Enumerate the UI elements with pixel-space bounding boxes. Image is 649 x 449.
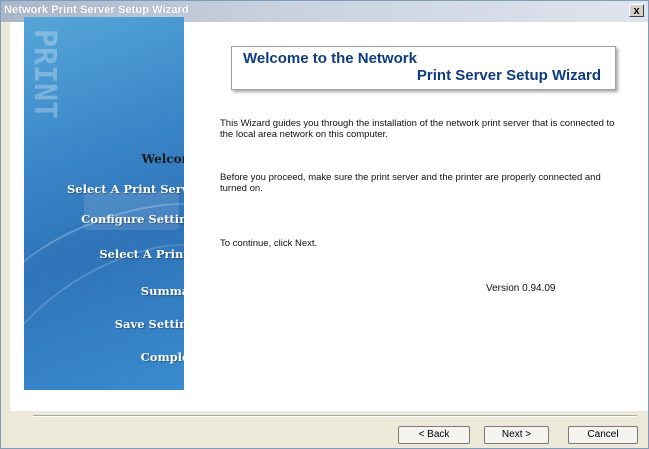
step-summary: Summary bbox=[140, 284, 184, 298]
prerequisite-paragraph: Before you proceed, make sure the print … bbox=[220, 172, 601, 194]
header-title-line2: Print Server Setup Wizard bbox=[416, 67, 601, 84]
close-icon: x bbox=[633, 5, 640, 17]
close-button[interactable]: x bbox=[629, 4, 644, 17]
wizard-window: Network Print Server Setup Wizard x PRIN… bbox=[0, 0, 649, 449]
wizard-header: Welcome to the Network Print Server Setu… bbox=[231, 46, 616, 90]
next-button[interactable]: Next > bbox=[484, 426, 549, 444]
back-button[interactable]: < Back bbox=[398, 426, 470, 444]
button-divider bbox=[33, 415, 637, 417]
step-select-printer: Select A Printer bbox=[99, 247, 184, 261]
step-complete: Complete bbox=[140, 350, 184, 364]
window-title: Network Print Server Setup Wizard bbox=[4, 4, 189, 16]
header-title-line1: Welcome to the Network bbox=[243, 50, 417, 67]
step-welcome: Welcome bbox=[141, 152, 184, 166]
step-configure-settings: Configure Settings bbox=[81, 212, 184, 226]
version-label: Version 0.94.09 bbox=[486, 283, 556, 294]
continue-paragraph: To continue, click Next. bbox=[220, 238, 318, 249]
step-list: Welcome Select A Print Server Configure … bbox=[24, 17, 184, 390]
intro-paragraph: This Wizard guides you through the insta… bbox=[220, 118, 615, 140]
step-select-print-server: Select A Print Server bbox=[66, 182, 184, 196]
cancel-button[interactable]: Cancel bbox=[568, 426, 638, 444]
steps-sidebar: PRINT Welcome Select A Print Server Conf… bbox=[24, 17, 184, 390]
step-save-settings: Save Settings bbox=[114, 317, 184, 331]
